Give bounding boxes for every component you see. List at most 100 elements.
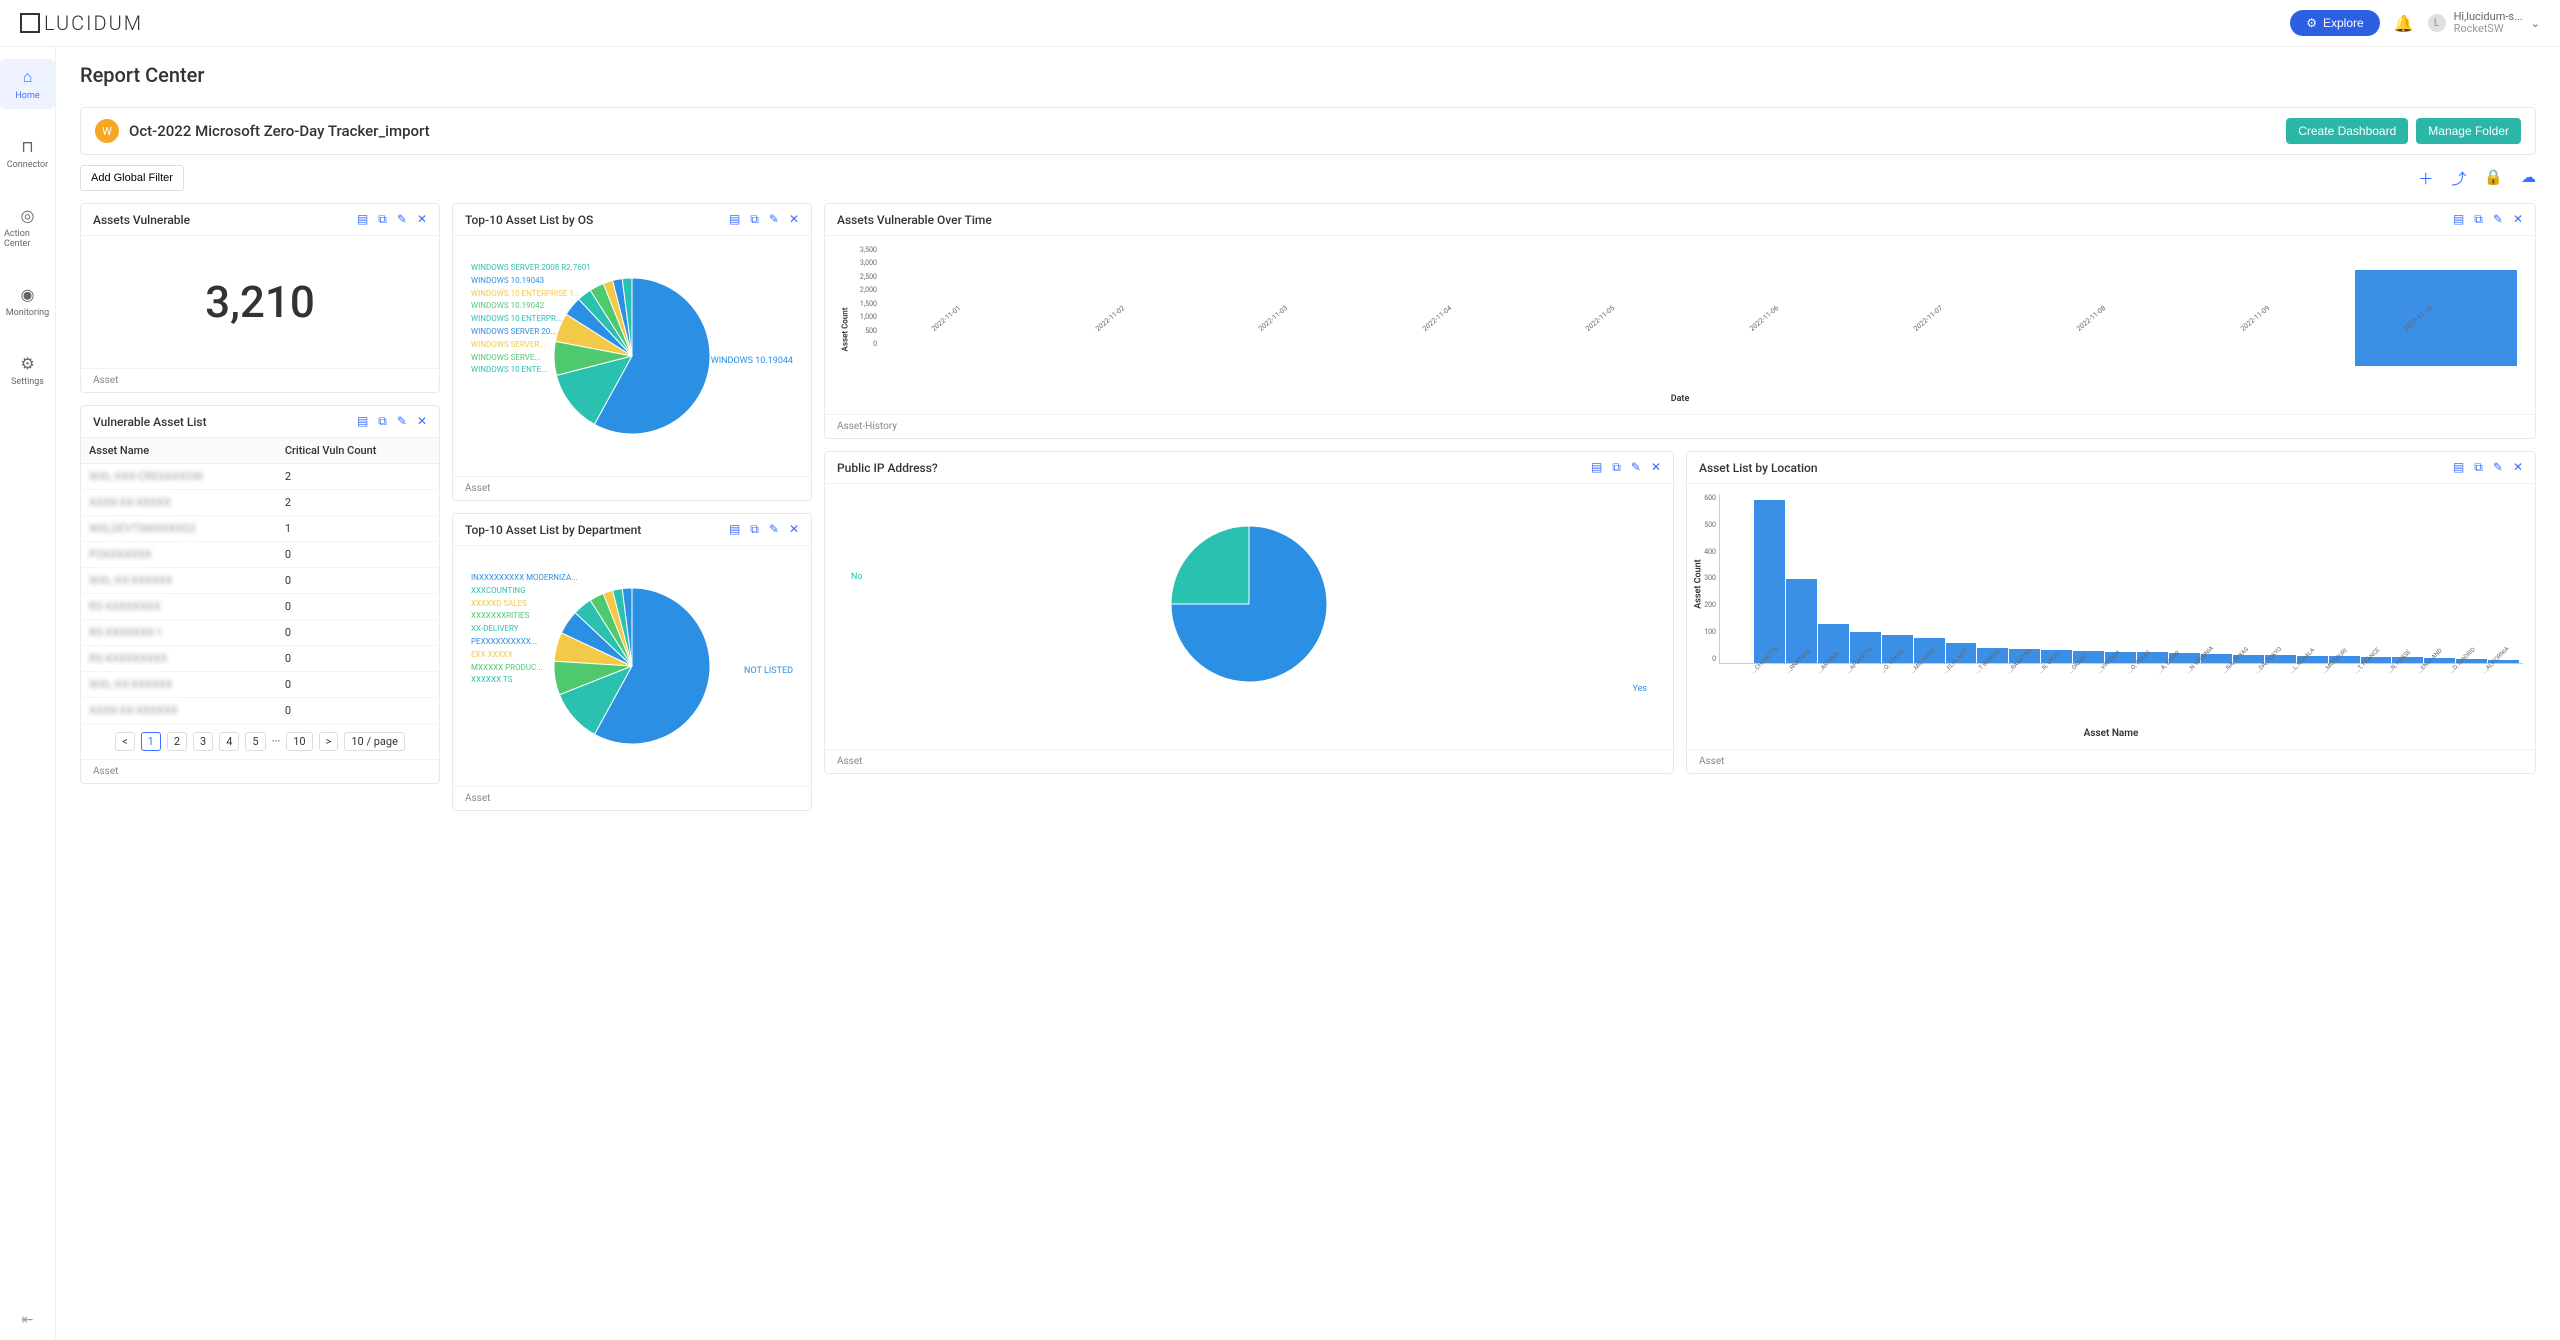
close-icon[interactable]: ✕ xyxy=(2513,212,2523,227)
pagination-page[interactable]: 2 xyxy=(167,732,187,751)
panel-footer: Asset xyxy=(81,368,439,392)
manage-folder-button[interactable]: Manage Folder xyxy=(2416,118,2521,144)
copy-icon[interactable]: ⧉ xyxy=(1612,460,1621,475)
sidebar-collapse[interactable]: ⇤ xyxy=(22,1312,34,1328)
panel-footer: Asset-History xyxy=(825,414,2535,438)
sidebar-item-connector[interactable]: ⊓ Connector xyxy=(0,129,55,178)
pagination-page[interactable]: 5 xyxy=(245,732,265,751)
text-icon[interactable]: ▤ xyxy=(1591,460,1602,475)
vulnerable-asset-table: Asset Name Critical Vuln Count WXL-XXX-C… xyxy=(81,438,439,724)
panel-footer: Asset xyxy=(453,786,811,810)
pagination-prev[interactable]: < xyxy=(115,732,135,751)
lock-icon[interactable]: 🔒 xyxy=(2484,168,2503,189)
pie-dominant-label: WINDOWS 10.19044 xyxy=(711,356,793,366)
create-dashboard-button[interactable]: Create Dashboard xyxy=(2286,118,2408,144)
table-row[interactable]: AXXX-XX-XXXXXX0 xyxy=(81,698,439,724)
pagination-next[interactable]: > xyxy=(319,732,339,751)
main-content: Report Center W Oct-2022 Microsoft Zero-… xyxy=(56,47,2560,1340)
add-global-filter-button[interactable]: Add Global Filter xyxy=(80,165,184,191)
copy-icon[interactable]: ⧉ xyxy=(2474,460,2483,475)
text-icon[interactable]: ▤ xyxy=(357,212,368,227)
user-menu[interactable]: L Hi,lucidum-s... RocketSW ⌄ xyxy=(2428,11,2540,35)
top-header: LUCIDUM ⚙ Explore 🔔 L Hi,lucidum-s... Ro… xyxy=(0,0,2560,47)
sidebar-item-home[interactable]: ⌂ Home xyxy=(0,59,55,109)
edit-icon[interactable]: ✎ xyxy=(1631,460,1641,475)
edit-icon[interactable]: ✎ xyxy=(2493,460,2503,475)
table-row[interactable]: WXL-XX-XXXXXX0 xyxy=(81,672,439,698)
col-vuln-count[interactable]: Critical Vuln Count xyxy=(277,438,439,464)
panel-footer: Asset xyxy=(81,759,439,783)
table-row[interactable]: POXXXXXXX0 xyxy=(81,542,439,568)
copy-icon[interactable]: ⧉ xyxy=(378,414,387,429)
pie-label-no: No xyxy=(851,572,863,582)
x-axis-label: Asset Name xyxy=(1699,728,2523,739)
pie-chart-ip xyxy=(1164,519,1334,689)
table-row[interactable]: AXXX-XX-XXXXX2 xyxy=(81,490,439,516)
plus-icon[interactable]: ＋ xyxy=(2418,168,2433,189)
brand-text: LUCIDUM xyxy=(44,11,143,35)
text-icon[interactable]: ▤ xyxy=(729,212,740,227)
pagination-last[interactable]: 10 xyxy=(286,732,312,751)
table-row[interactable]: RS-XXXXXXXXX0 xyxy=(81,646,439,672)
copy-icon[interactable]: ⧉ xyxy=(750,522,759,537)
close-icon[interactable]: ✕ xyxy=(789,522,799,537)
pagination-page[interactable]: 3 xyxy=(193,732,213,751)
sidebar-item-action-center[interactable]: ◎ Action Center xyxy=(0,198,55,257)
copy-icon[interactable]: ⧉ xyxy=(2474,212,2483,227)
close-icon[interactable]: ✕ xyxy=(417,414,427,429)
panel-title: Asset List by Location xyxy=(1699,461,1818,475)
edit-icon[interactable]: ✎ xyxy=(397,414,407,429)
edit-icon[interactable]: ✎ xyxy=(2493,212,2503,227)
copy-icon[interactable]: ⧉ xyxy=(750,212,759,227)
asset-name: WXL-XX-XXXXXX xyxy=(89,574,173,587)
text-icon[interactable]: ▤ xyxy=(729,522,740,537)
sidebar-item-label: Settings xyxy=(11,377,44,387)
sidebar: ⌂ Home ⊓ Connector ◎ Action Center ◉ Mon… xyxy=(0,47,56,1340)
cloud-upload-icon[interactable]: ☁ xyxy=(2521,168,2536,189)
edit-icon[interactable]: ✎ xyxy=(769,522,779,537)
target-icon: ◎ xyxy=(21,206,35,225)
text-icon[interactable]: ▤ xyxy=(357,414,368,429)
table-row[interactable]: WXL-XX-XXXXXX0 xyxy=(81,568,439,594)
pagination-per-page[interactable]: 10 / page xyxy=(344,732,405,751)
text-icon[interactable]: ▤ xyxy=(2453,460,2464,475)
vuln-count: 0 xyxy=(277,698,439,724)
bell-icon[interactable]: 🔔 xyxy=(2394,14,2414,33)
edit-icon[interactable]: ✎ xyxy=(397,212,407,227)
vuln-count: 0 xyxy=(277,620,439,646)
connector-icon: ⊓ xyxy=(21,137,33,156)
vuln-count: 1 xyxy=(277,516,439,542)
panel-footer: Asset xyxy=(453,476,811,500)
close-icon[interactable]: ✕ xyxy=(789,212,799,227)
explore-button[interactable]: ⚙ Explore xyxy=(2290,10,2379,36)
panel-over-time: Assets Vulnerable Over Time ▤ ⧉ ✎ ✕ Asse… xyxy=(824,203,2536,439)
vuln-count: 2 xyxy=(277,490,439,516)
close-icon[interactable]: ✕ xyxy=(417,212,427,227)
table-row[interactable]: RS-XXXXXXX-10 xyxy=(81,620,439,646)
text-icon[interactable]: ▤ xyxy=(2453,212,2464,227)
sidebar-item-settings[interactable]: ⚙ Settings xyxy=(0,346,55,395)
pagination-page[interactable]: 1 xyxy=(141,732,161,751)
copy-icon[interactable]: ⧉ xyxy=(378,212,387,227)
home-icon: ⌂ xyxy=(23,67,33,87)
pagination-ellipsis: ··· xyxy=(272,735,281,748)
avatar: L xyxy=(2428,14,2446,32)
close-icon[interactable]: ✕ xyxy=(2513,460,2523,475)
share-icon[interactable]: ⤴ xyxy=(2451,168,2466,189)
panel-vulnerable-asset-list: Vulnerable Asset List ▤ ⧉ ✎ ✕ xyxy=(80,405,440,784)
vuln-count: 0 xyxy=(277,542,439,568)
explore-label: Explore xyxy=(2323,16,2364,30)
panel-by-location: Asset List by Location ▤ ⧉ ✎ ✕ xyxy=(1686,451,2536,774)
col-asset-name[interactable]: Asset Name xyxy=(81,438,277,464)
edit-icon[interactable]: ✎ xyxy=(769,212,779,227)
logo-icon xyxy=(20,13,40,33)
pagination-page[interactable]: 4 xyxy=(219,732,239,751)
sidebar-item-monitoring[interactable]: ◉ Monitoring xyxy=(0,277,55,326)
close-icon[interactable]: ✕ xyxy=(1651,460,1661,475)
x-axis: ...CHUSETTS...RNATAKA...ARYANA...APSKRIT… xyxy=(1699,664,2523,724)
table-row[interactable]: WXLDEVTSMXXXXD21 xyxy=(81,516,439,542)
table-row[interactable]: RS-XXXXXXXX0 xyxy=(81,594,439,620)
sliders-icon: ⚙ xyxy=(2306,16,2317,30)
table-row[interactable]: WXL-XXX-CRESAXXOW2 xyxy=(81,464,439,490)
sidebar-item-label: Action Center xyxy=(4,229,51,249)
